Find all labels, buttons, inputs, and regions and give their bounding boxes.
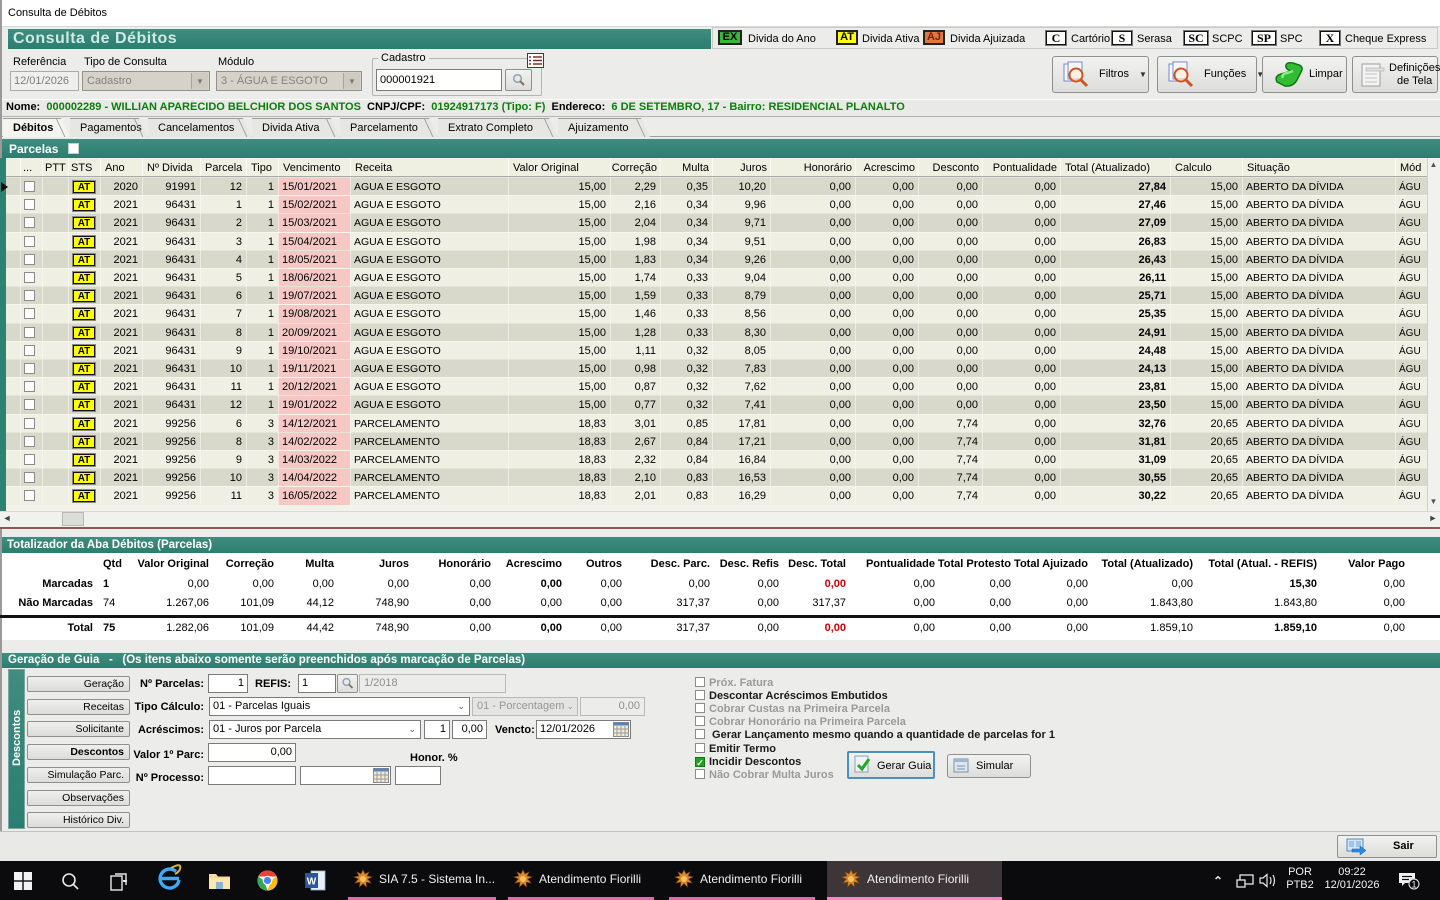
svg-text:W: W (307, 877, 317, 888)
svg-text:1: 1 (1411, 880, 1416, 890)
